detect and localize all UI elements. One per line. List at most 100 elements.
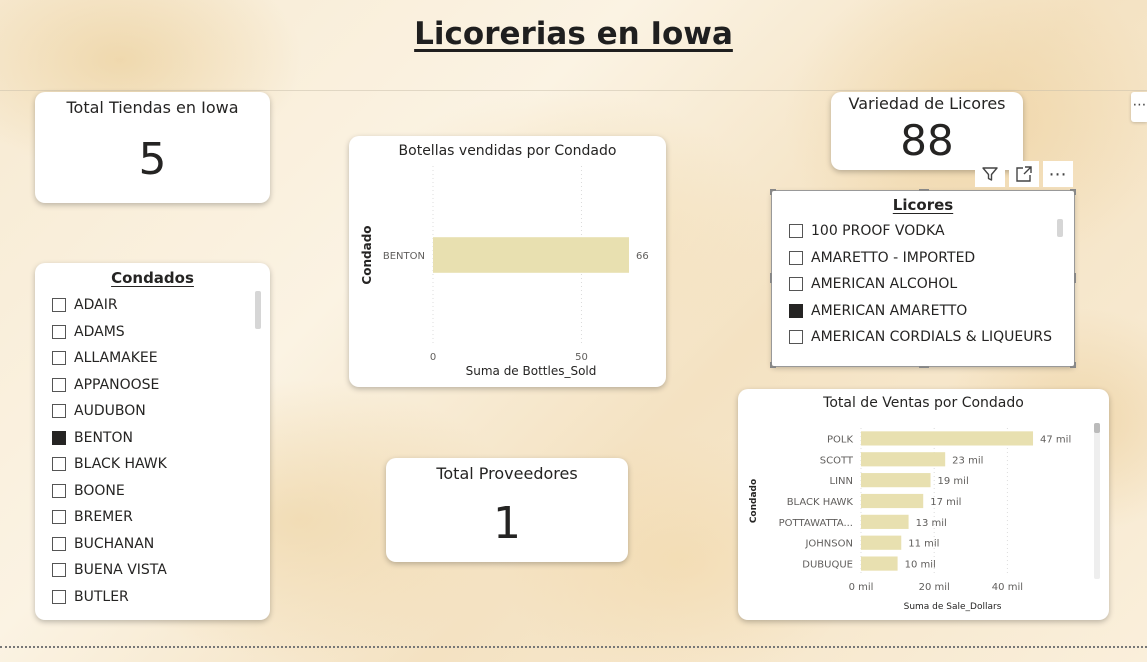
checkbox[interactable]: [52, 298, 66, 312]
slicer-item[interactable]: BLACK HAWK: [52, 456, 167, 472]
checkbox-checked[interactable]: [789, 303, 803, 318]
checkbox[interactable]: [52, 536, 66, 551]
kpi-value: 88: [900, 116, 954, 165]
x-tick-label: 40 mil: [992, 582, 1023, 593]
kpi-value: 1: [493, 498, 521, 549]
chart-botellas-por-condado[interactable]: Botellas vendidas por Condado 0 50 BENTON 6…: [349, 136, 666, 387]
resize-handle-bl[interactable]: [770, 362, 776, 368]
checkbox[interactable]: [52, 510, 66, 524]
slicer-item[interactable]: BENTON: [52, 430, 133, 446]
slicer-item[interactable]: ALLAMAKEE: [52, 350, 158, 366]
slicer-scrollbar[interactable]: [1057, 219, 1063, 237]
slicer-item[interactable]: APPANOOSE: [52, 377, 159, 393]
focus-mode-icon[interactable]: [1009, 161, 1039, 187]
checkbox[interactable]: [52, 563, 66, 577]
checkbox[interactable]: [52, 404, 66, 418]
category-label: DUBUQUE: [802, 560, 853, 571]
x-tick-label: 50: [575, 352, 588, 363]
slicer-item[interactable]: AMERICAN ALCOHOL: [789, 276, 957, 292]
filter-icon[interactable]: [975, 161, 1005, 187]
bar: [861, 514, 909, 529]
slicer-item-label: ADAMS: [74, 323, 125, 340]
more-options-icon[interactable]: ⋯: [1131, 92, 1147, 122]
visual-toolbar: ⋯: [975, 161, 1073, 187]
slicer-item[interactable]: BUCHANAN: [52, 536, 154, 552]
chart-scrollbar-thumb[interactable]: [1094, 423, 1100, 433]
licores-slicer[interactable]: Licores 100 PROOF VODKA AMARETTO - IMPORT…: [770, 189, 1076, 368]
slicer-item-label: BUTLER: [74, 588, 129, 605]
slicer-item-label: AMERICAN AMARETTO: [811, 302, 968, 319]
slicer-item[interactable]: ADAIR: [52, 297, 118, 313]
chart-scrollbar[interactable]: [1094, 423, 1100, 579]
slicer-item-label: AMERICAN CORDIALS & LIQUEURS: [811, 329, 1053, 345]
y-axis-label: Condado: [749, 479, 759, 523]
chart-ventas-por-condado[interactable]: Total de Ventas por Condado 0 mil 20 mil 4…: [738, 389, 1109, 620]
slicer-item-label: AMARETTO - IMPORTED: [811, 249, 976, 266]
slicer-item-label: BENTON: [74, 429, 133, 446]
kpi-label: Total Proveedores: [436, 464, 578, 483]
resize-handle-br[interactable]: [1070, 362, 1076, 368]
slicer-item-label: BOONE: [74, 482, 125, 499]
resize-handle-tr[interactable]: [1070, 189, 1076, 195]
resize-handle-right[interactable]: [1070, 273, 1076, 283]
checkbox[interactable]: [52, 483, 66, 498]
checkbox[interactable]: [52, 351, 66, 365]
slicer-item-label: AMERICAN ALCOHOL: [811, 276, 958, 292]
checkbox[interactable]: [52, 377, 66, 392]
resize-handle-tl[interactable]: [770, 189, 776, 195]
resize-handle-bottom[interactable]: [919, 362, 929, 368]
slicer-item[interactable]: BUENA VISTA: [52, 562, 167, 578]
slicer-scrollbar[interactable]: [255, 291, 261, 329]
condados-slicer[interactable]: Condados ADAIR ADAMS ALLAMAKEE APPANOOSE AUD…: [35, 263, 270, 620]
report-title: Licorerias en Iowa: [414, 16, 733, 52]
category-label: BENTON: [383, 251, 425, 262]
kpi-card-total-proveedores[interactable]: Total Proveedores 1: [386, 458, 628, 562]
header-divider: [0, 90, 1147, 91]
checkbox[interactable]: [52, 457, 66, 471]
kpi-value: 5: [138, 134, 167, 185]
slicer-item-label: ADAIR: [74, 297, 118, 313]
category-label: POTTAWATTA...: [779, 518, 853, 529]
slicer-item[interactable]: 100 PROOF VODKA: [789, 223, 945, 239]
checkbox[interactable]: [789, 224, 803, 238]
slicer-item[interactable]: AMERICAN AMARETTO: [789, 303, 967, 319]
chart-svg: 0 mil 20 mil 40 mil POLK 47 mil SCOTT 23 mil LI…: [749, 428, 1071, 612]
slicer-item-label: BLACK HAWK: [74, 456, 167, 472]
slicer-item[interactable]: AMERICAN CORDIALS & LIQUEURS: [789, 329, 1052, 345]
slicer-title: Condados: [111, 269, 194, 287]
checkbox[interactable]: [52, 589, 66, 604]
slicer-item[interactable]: ADAMS: [52, 324, 125, 340]
x-axis-label: Suma de Bottles_Sold: [466, 364, 597, 378]
page-bottom-divider: [0, 646, 1147, 648]
slicer-item-label: 100 PROOF VODKA: [811, 223, 945, 239]
bar: [861, 431, 1034, 446]
slicer-item[interactable]: BREMER: [52, 509, 133, 525]
kpi-card-total-tiendas[interactable]: Total Tiendas en Iowa 5: [35, 92, 270, 203]
data-label: 66: [636, 251, 649, 262]
category-label: LINN: [830, 476, 853, 487]
checkbox[interactable]: [789, 250, 803, 265]
category-label: BLACK HAWK: [787, 497, 854, 508]
slicer-item[interactable]: AUDUBON: [52, 403, 146, 419]
y-axis-label: Condado: [360, 225, 374, 284]
slicer-item-label: BREMER: [74, 509, 133, 525]
checkbox[interactable]: [789, 330, 803, 344]
slicer-item[interactable]: BUTLER: [52, 589, 129, 605]
kpi-label: Variedad de Licores: [848, 94, 1006, 113]
checkbox[interactable]: [789, 277, 803, 291]
kpi-card-variedad-licores[interactable]: Variedad de Licores 88: [831, 92, 1023, 170]
more-options-icon[interactable]: ⋯: [1043, 161, 1073, 187]
data-label: 10 mil: [905, 560, 936, 571]
slicer-item-label: AUDUBON: [74, 403, 146, 419]
kpi-label: Total Tiendas en Iowa: [66, 98, 239, 117]
slicer-item[interactable]: AMARETTO - IMPORTED: [789, 250, 975, 266]
resize-handle-top[interactable]: [919, 189, 929, 195]
slicer-item-label: BUCHANAN: [74, 535, 155, 552]
bar: [861, 556, 898, 571]
slicer-item[interactable]: BOONE: [52, 483, 125, 499]
resize-handle-left[interactable]: [770, 273, 776, 283]
checkbox[interactable]: [52, 324, 66, 339]
checkbox-checked[interactable]: [52, 430, 66, 445]
slicer-item-label: APPANOOSE: [74, 376, 160, 393]
slicer-item-label: ALLAMAKEE: [74, 350, 158, 366]
